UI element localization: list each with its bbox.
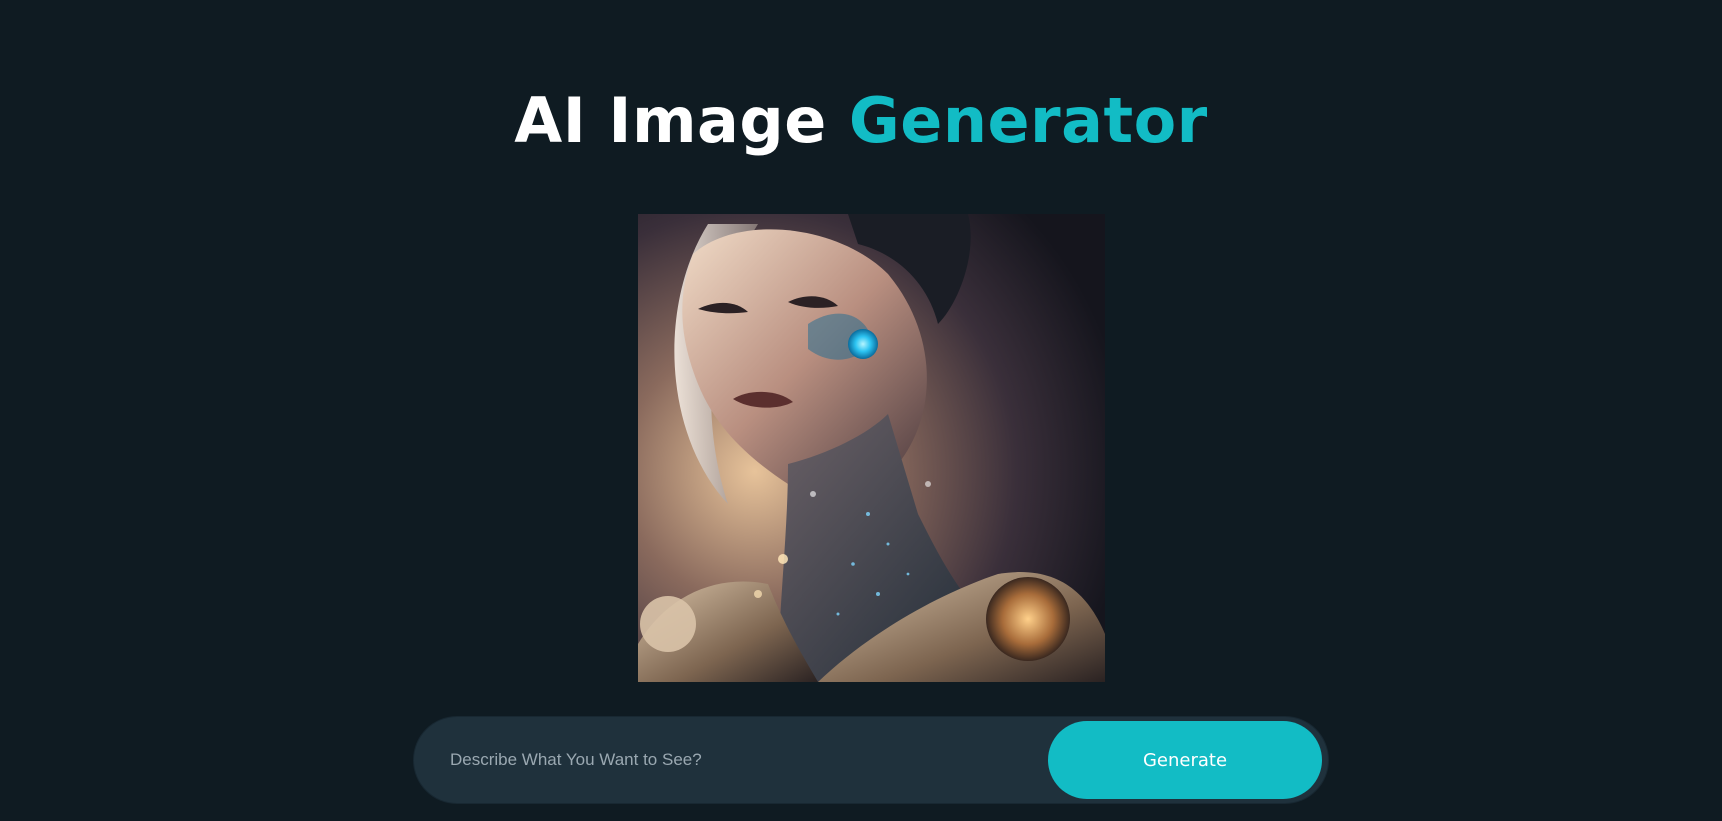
generated-image-illustration <box>638 214 1105 682</box>
page-title: AI Image Generator <box>0 85 1722 157</box>
title-accent: Generator <box>848 84 1208 157</box>
prompt-input[interactable] <box>450 717 1030 803</box>
app-root: AI Image Generator Describe What You Wan… <box>0 0 1722 821</box>
generated-image <box>638 214 1105 682</box>
title-primary: AI Image <box>514 84 827 157</box>
prompt-bar: Generate <box>414 717 1328 803</box>
generate-button[interactable]: Generate <box>1048 721 1322 799</box>
